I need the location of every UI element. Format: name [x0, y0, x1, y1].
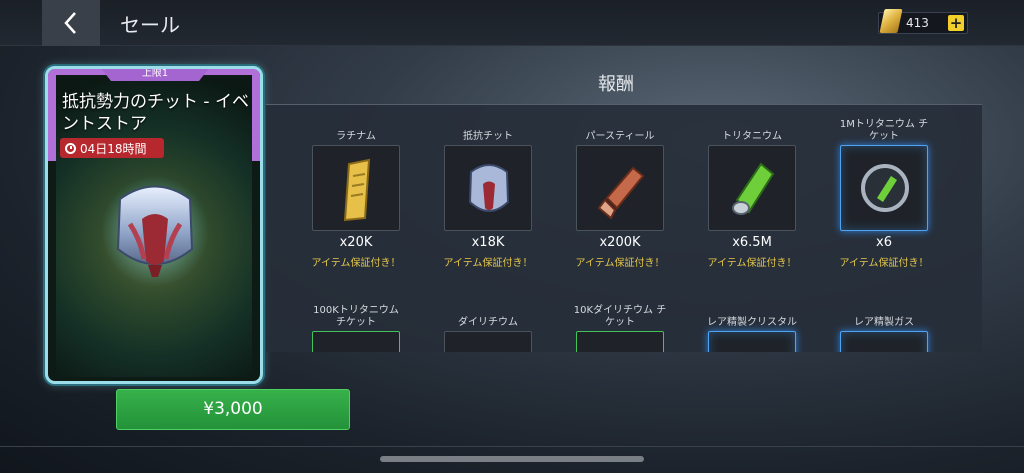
reward-name: 抵抗チット	[463, 131, 513, 142]
rewards-panel: ラチナム x20K アイテム保証付き！ 抵抗チット x18K アイテム保証付き！…	[266, 104, 982, 352]
guarantee-text: アイテム保証付き！	[443, 258, 533, 269]
reward-dilithium[interactable]: ダイリチウム	[440, 305, 536, 352]
reward-name: レア精製ガス	[854, 317, 914, 328]
reward-rare-gas[interactable]: レア精製ガス	[836, 305, 932, 352]
buy-button[interactable]: ¥3,000	[116, 389, 350, 430]
currency-amount: 413	[906, 16, 929, 30]
reward-latinum[interactable]: ラチナム x20K アイテム保証付き！	[308, 119, 404, 269]
gold-bar-icon	[879, 9, 903, 33]
resistance-chit-icon	[101, 175, 209, 287]
reward-100k-tritanium-ticket[interactable]: 100Kトリタニウム チケット	[308, 305, 404, 352]
purchase-limit-tab: 上限1	[100, 69, 210, 81]
add-currency-button[interactable]: +	[948, 15, 964, 31]
reward-name: ダイリチウム	[458, 317, 518, 328]
guarantee-text: アイテム保証付き！	[707, 258, 797, 269]
reward-name: ラチナム	[336, 131, 376, 142]
reward-qty: x20K	[339, 235, 373, 250]
resistance-chit-icon	[468, 164, 510, 212]
tritanium-token-icon	[861, 164, 909, 212]
guarantee-text: アイテム保証付き！	[575, 258, 665, 269]
offer-title: 抵抗勢力のチット - イベントストア	[62, 92, 249, 134]
reward-icon-box	[444, 145, 532, 231]
reward-icon-box	[708, 145, 796, 231]
reward-name: 100Kトリタニウム チケット	[313, 305, 399, 328]
reward-qty: x6	[876, 235, 892, 250]
page-title: セール	[120, 13, 180, 37]
guarantee-text: アイテム保証付き！	[311, 258, 401, 269]
timer-text: 04日18時間	[80, 141, 147, 156]
reward-icon-box	[576, 331, 664, 352]
reward-icon-box	[840, 331, 928, 352]
home-indicator[interactable]	[380, 456, 644, 462]
reward-qty: x18K	[471, 235, 505, 250]
reward-icon-box	[840, 145, 928, 231]
currency-display: 413 +	[878, 9, 968, 34]
top-bar: セール 413 +	[0, 0, 1024, 46]
reward-icon-box	[312, 145, 400, 231]
reward-1m-tritanium-ticket[interactable]: 1Mトリタニウム チケット x6 アイテム保証付き！	[836, 119, 932, 269]
reward-icon-box	[576, 145, 664, 231]
reward-icon-box	[444, 331, 532, 352]
rewards-title: 報酬	[598, 74, 634, 95]
chevron-left-icon	[64, 12, 76, 34]
divider	[0, 446, 1024, 447]
reward-name: トリタニウム	[722, 131, 782, 142]
reward-name: レア精製クリスタル	[707, 317, 797, 328]
guarantee-text: アイテム保証付き！	[839, 258, 929, 269]
latinum-bar-icon	[343, 158, 371, 222]
reward-name: 10Kダイリチウム チケット	[573, 305, 667, 328]
reward-name: 1Mトリタニウム チケット	[839, 119, 929, 142]
reward-rare-crystal[interactable]: レア精製クリスタル	[704, 305, 800, 352]
tritanium-icon	[732, 162, 775, 215]
reward-icon-box	[312, 331, 400, 352]
reward-parsteel[interactable]: パースティール x200K アイテム保証付き！	[572, 119, 668, 269]
clock-icon	[65, 142, 76, 154]
offer-card[interactable]: 上限1 抵抗勢力のチット - イベントストア 04日18時間	[45, 66, 263, 384]
reward-resistance-chit[interactable]: 抵抗チット x18K アイテム保証付き！	[440, 119, 536, 269]
parsteel-icon	[597, 166, 645, 220]
reward-tritanium[interactable]: トリタニウム x6.5M アイテム保証付き！	[704, 119, 800, 269]
reward-icon-box	[708, 331, 796, 352]
reward-qty: x6.5M	[732, 235, 772, 250]
reward-name: パースティール	[585, 131, 655, 142]
offer-timer: 04日18時間	[60, 138, 164, 158]
back-button[interactable]	[42, 0, 100, 46]
reward-10k-dilithium-ticket[interactable]: 10Kダイリチウム チケット	[572, 305, 668, 352]
reward-qty: x200K	[599, 235, 641, 250]
